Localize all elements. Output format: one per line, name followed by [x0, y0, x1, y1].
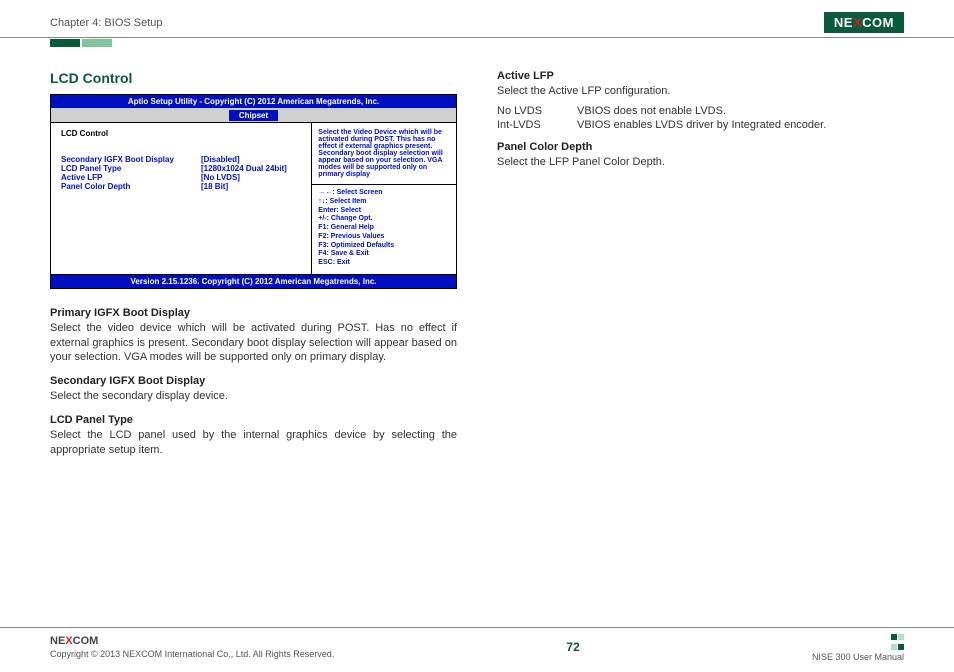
heading-active-lfp: Active LFP — [497, 70, 904, 82]
bios-section-header: LCD Control — [61, 129, 305, 138]
bios-version-bar: Version 2.15.1236. Copyright (C) 2012 Am… — [51, 275, 456, 288]
footer-manual-name: NISE 300 User Manual — [812, 652, 904, 662]
right-column: Active LFP Select the Active LFP configu… — [497, 70, 904, 458]
heading-lcd-panel-type: LCD Panel Type — [50, 414, 457, 426]
bios-row-primary-igfx: Primary IGFX Boot Display[DVI] — [61, 146, 305, 155]
bios-row-active-lfp: Active LFP[No LVDS] — [61, 173, 305, 182]
brand-logo: NEXCOM — [824, 12, 904, 33]
chapter-title: Chapter 4: BIOS Setup — [50, 17, 163, 29]
bios-sidebar: Select the Video Device which will be ac… — [312, 123, 456, 274]
header-tab-strip — [50, 38, 954, 50]
bios-settings-panel: LCD Control Primary IGFX Boot Display[DV… — [51, 123, 312, 274]
bios-screenshot: Aptio Setup Utility - Copyright (C) 2012… — [50, 94, 457, 289]
opt-no-lvds-desc: VBIOS does not enable LVDS. — [577, 105, 904, 117]
text-active-lfp: Select the Active LFP configuration. — [497, 84, 904, 99]
heading-primary-igfx: Primary IGFX Boot Display — [50, 307, 457, 319]
opt-no-lvds-term: No LVDS — [497, 105, 577, 117]
section-title: LCD Control — [50, 70, 457, 86]
page-number: 72 — [566, 640, 579, 654]
heading-secondary-igfx: Secondary IGFX Boot Display — [50, 375, 457, 387]
bios-row-panel-color-depth: Panel Color Depth[18 Bit] — [61, 182, 305, 191]
page-header: Chapter 4: BIOS Setup NEXCOM — [0, 0, 954, 38]
text-lcd-panel-type: Select the LCD panel used by the interna… — [50, 428, 457, 458]
opt-int-lvds-term: Int-LVDS — [497, 119, 577, 131]
bios-row-lcd-panel-type: LCD Panel Type[1280x1024 Dual 24bit] — [61, 164, 305, 173]
footer-blocks-icon — [812, 632, 904, 652]
active-lfp-options: No LVDSVBIOS does not enable LVDS. Int-L… — [497, 105, 904, 131]
text-secondary-igfx: Select the secondary display device. — [50, 389, 457, 404]
opt-int-lvds-desc: VBIOS enables LVDS driver by Integrated … — [577, 119, 904, 131]
text-primary-igfx: Select the video device which will be ac… — [50, 321, 457, 366]
left-column: LCD Control Aptio Setup Utility - Copyri… — [50, 70, 457, 458]
bios-row-secondary-igfx: Secondary IGFX Boot Display[Disabled] — [61, 155, 305, 164]
text-panel-color-depth: Select the LFP Panel Color Depth. — [497, 155, 904, 170]
footer-logo: NEXCOM — [50, 635, 334, 647]
page-footer: NEXCOM Copyright © 2013 NEXCOM Internati… — [0, 627, 954, 662]
bios-help-text: Select the Video Device which will be ac… — [312, 123, 456, 184]
footer-copyright: Copyright © 2013 NEXCOM International Co… — [50, 649, 334, 659]
bios-title-bar: Aptio Setup Utility - Copyright (C) 2012… — [51, 95, 456, 108]
heading-panel-color-depth: Panel Color Depth — [497, 141, 904, 153]
content-area: LCD Control Aptio Setup Utility - Copyri… — [0, 50, 954, 458]
bios-tab-bar: Chipset — [51, 108, 456, 122]
bios-tab-chipset: Chipset — [229, 110, 278, 121]
bios-key-legend: →←: Select Screen ↑↓: Select Item Enter:… — [312, 184, 456, 274]
